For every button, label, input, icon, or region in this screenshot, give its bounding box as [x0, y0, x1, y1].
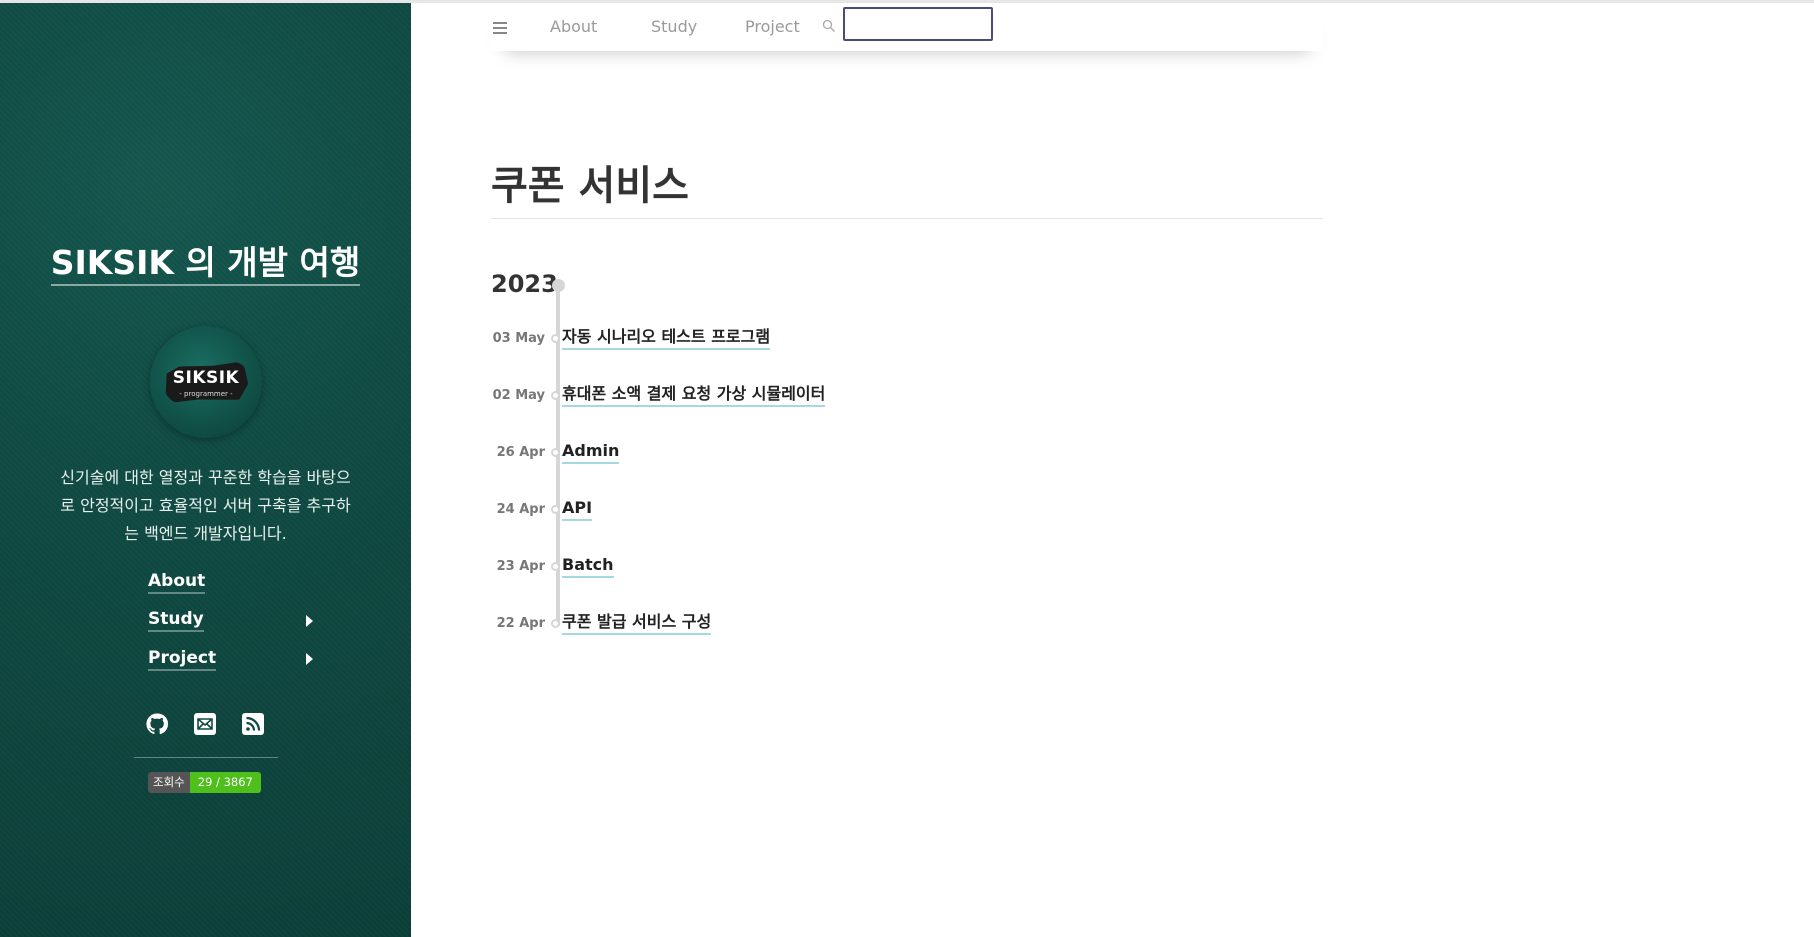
- sidebar-item-label[interactable]: About: [148, 571, 206, 594]
- timeline-dot: [551, 504, 560, 514]
- hits-badge-key: 조회수: [148, 772, 190, 793]
- sidebar-nav: About Study Project: [148, 563, 318, 679]
- post-link[interactable]: API: [562, 498, 593, 521]
- post-link[interactable]: 휴대폰 소액 결제 요청 가상 시뮬레이터: [562, 384, 826, 407]
- sidebar-item-label[interactable]: Project: [148, 648, 217, 671]
- post-date: 24 Apr: [496, 501, 545, 517]
- email-icon[interactable]: [193, 712, 217, 736]
- post-date: 03 May: [492, 330, 545, 346]
- timeline-year-dot: [552, 279, 565, 292]
- sidebar-item-project[interactable]: Project: [148, 640, 318, 679]
- caret-right-icon[interactable]: [306, 653, 313, 666]
- sidebar-item-study[interactable]: Study: [148, 602, 318, 641]
- post-link[interactable]: 쿠폰 발급 서비스 구성: [562, 612, 712, 635]
- timeline-post: 02 May 휴대폰 소액 결제 요청 가상 시뮬레이터: [491, 383, 826, 407]
- search-icon[interactable]: [822, 19, 836, 33]
- timeline-dot: [551, 447, 560, 457]
- post-link[interactable]: Admin: [562, 441, 620, 464]
- timeline-post: 23 Apr Batch: [491, 554, 614, 578]
- search-input[interactable]: [843, 7, 993, 41]
- rss-icon[interactable]: [241, 712, 265, 736]
- sidebar-divider: [134, 757, 278, 758]
- avatar-logo-subtext: - programmer -: [179, 390, 233, 398]
- post-link[interactable]: Batch: [562, 555, 614, 578]
- timeline-dot: [551, 333, 560, 343]
- hits-badge-value: 29 / 3867: [189, 772, 261, 793]
- author-bio: 신기술에 대한 열정과 꾸준한 학습을 바탕으로 안정적이고 효율적인 서버 구…: [60, 468, 351, 543]
- social-links: [145, 712, 265, 736]
- timeline-dot: [551, 390, 560, 400]
- top-nav-project[interactable]: Project: [745, 17, 800, 36]
- hamburger-icon[interactable]: [493, 22, 507, 34]
- github-icon[interactable]: [145, 712, 169, 736]
- sidebar: SIKSIK 의 개발 여행 SIKSIK - programmer - 신기술…: [0, 3, 411, 937]
- hits-badge: 조회수 29 / 3867: [148, 772, 261, 793]
- page-title: 쿠폰 서비스: [491, 163, 689, 209]
- timeline-post: 03 May 자동 시나리오 테스트 프로그램: [491, 326, 771, 350]
- site-title-link[interactable]: SIKSIK 의 개발 여행: [50, 243, 361, 286]
- post-link[interactable]: 자동 시나리오 테스트 프로그램: [562, 327, 771, 350]
- timeline-post: 22 Apr 쿠폰 발급 서비스 구성: [491, 611, 712, 635]
- timeline-dot: [551, 561, 560, 571]
- sidebar-item-about[interactable]: About: [148, 563, 318, 602]
- avatar-logo-text: SIKSIK: [172, 368, 240, 388]
- caret-right-icon[interactable]: [306, 614, 313, 627]
- title-divider: [491, 218, 1323, 219]
- timeline-dot: [551, 618, 560, 628]
- timeline-post: 26 Apr Admin: [491, 440, 620, 464]
- site-title[interactable]: SIKSIK 의 개발 여행: [0, 236, 411, 286]
- timeline-post: 24 Apr API: [491, 497, 593, 521]
- timeline-year: 2023: [491, 270, 558, 298]
- post-date: 26 Apr: [496, 444, 545, 460]
- post-date: 22 Apr: [496, 615, 545, 631]
- post-date: 02 May: [492, 387, 545, 403]
- sidebar-item-label[interactable]: Study: [148, 609, 204, 633]
- top-nav-about[interactable]: About: [550, 17, 597, 36]
- top-nav-bar: About Study Project: [491, 3, 1323, 51]
- top-nav-study[interactable]: Study: [651, 17, 697, 36]
- avatar: SIKSIK - programmer -: [150, 326, 262, 438]
- post-date: 23 Apr: [496, 558, 545, 574]
